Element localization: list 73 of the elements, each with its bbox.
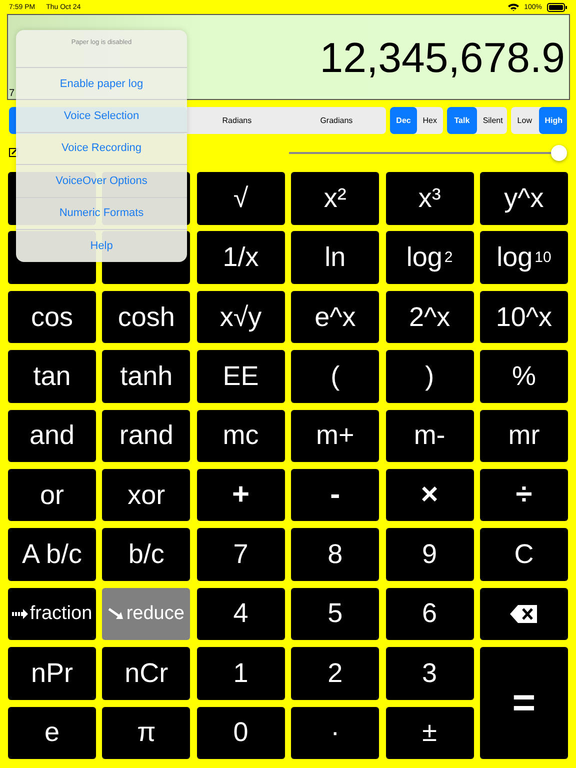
calculator-key[interactable]: 0 — [196, 706, 285, 760]
backspace-icon — [508, 604, 539, 624]
calculator-key[interactable]: √ — [196, 172, 285, 224]
segment-tab[interactable]: Gradians — [286, 107, 386, 134]
battery-icon — [547, 2, 567, 12]
calculator-key[interactable]: 3 — [386, 647, 474, 700]
key-label: reduce — [126, 602, 184, 625]
calculator-key[interactable]: mr — [480, 410, 568, 462]
calculator-key[interactable]: 2^x — [386, 290, 474, 344]
log-digit: 7 — [9, 88, 15, 99]
calculator-key[interactable]: rand — [102, 410, 190, 462]
segment-tab[interactable]: Dec — [390, 107, 417, 134]
calculator-key[interactable]: x√y — [196, 290, 285, 344]
calculator-key[interactable]: y^x — [480, 172, 568, 224]
calculator-key[interactable]: nPr — [8, 647, 96, 700]
calculator-key[interactable]: e — [8, 706, 96, 760]
segment-tab[interactable]: Silent — [476, 107, 507, 134]
calculator-key[interactable]: ÷ — [480, 468, 568, 522]
calculator-key[interactable]: xor — [102, 468, 190, 522]
calculator-key[interactable]: × — [386, 468, 474, 522]
calculator-key[interactable]: % — [480, 350, 568, 403]
calculator-key[interactable]: cosh — [102, 290, 190, 344]
calculator-key[interactable]: 1/x — [196, 231, 285, 284]
arrow-down-right-icon — [108, 608, 124, 620]
calculator-key[interactable]: 7 — [196, 528, 285, 581]
calculator-key[interactable]: nCr — [102, 647, 190, 700]
segment-tab[interactable]: Hex — [416, 107, 444, 134]
calculator-key[interactable]: ( — [291, 350, 380, 403]
backspace-key[interactable] — [480, 588, 568, 640]
menu-item[interactable]: Enable paper log — [16, 68, 187, 100]
calculator-key[interactable]: ) — [386, 350, 474, 403]
calculator-key[interactable]: A b/c — [8, 528, 96, 581]
calculator-key[interactable]: - — [291, 468, 380, 522]
menu-item[interactable]: Voice Recording — [16, 132, 187, 166]
key-label: fraction — [30, 602, 92, 625]
calculator-key[interactable]: 4 — [196, 588, 285, 640]
calculator-key[interactable]: x³ — [386, 172, 474, 224]
calculator-key[interactable]: EE — [196, 350, 285, 403]
calculator-key[interactable]: and — [8, 410, 96, 462]
calculator-key[interactable]: cos — [8, 290, 96, 344]
calculator-key[interactable]: fraction — [8, 588, 96, 640]
segment-tab[interactable]: Radians — [187, 107, 287, 134]
segment-tab[interactable]: Talk — [447, 107, 477, 134]
calculator-key[interactable]: 9 — [386, 528, 474, 581]
calculator-key[interactable]: ± — [386, 706, 474, 760]
calculator-key[interactable]: 1 — [196, 647, 285, 700]
calculator-key[interactable]: m+ — [291, 410, 380, 462]
segment-tab[interactable]: Low — [510, 107, 539, 134]
calculator-key[interactable]: 6 — [386, 588, 474, 640]
calculator-key[interactable]: b/c — [102, 528, 190, 581]
calculator-key[interactable]: 10^x — [480, 290, 568, 344]
calculator-key[interactable]: x² — [291, 172, 380, 224]
wifi-icon — [508, 3, 520, 11]
calculator-key[interactable]: C — [480, 528, 568, 581]
calculator-key[interactable]: ln — [291, 231, 380, 284]
calculator-key[interactable]: + — [196, 468, 285, 522]
calculator-key[interactable]: 8 — [291, 528, 380, 581]
calculator-key[interactable]: or — [8, 468, 96, 522]
calculator-key[interactable]: 2 — [291, 647, 380, 700]
calculator-key[interactable]: m- — [386, 410, 474, 462]
calculator-key[interactable]: π — [102, 706, 190, 760]
calculator-key[interactable]: 5 — [291, 588, 380, 640]
equals-key[interactable]: = — [480, 647, 568, 760]
display-value: 12,345,678.9 — [320, 34, 565, 82]
calculator-key[interactable]: reduce — [102, 588, 190, 640]
calculator-key[interactable]: tanh — [102, 350, 190, 403]
segment-tab[interactable]: High — [538, 107, 567, 134]
arrow-right-icon — [12, 608, 28, 619]
calculator-key[interactable]: mc — [196, 410, 285, 462]
calculator-key[interactable]: tan — [8, 350, 96, 403]
calculator-key[interactable]: · — [291, 706, 380, 760]
slider-thumb[interactable] — [550, 145, 567, 161]
calculator-key[interactable]: e^x — [291, 290, 380, 344]
